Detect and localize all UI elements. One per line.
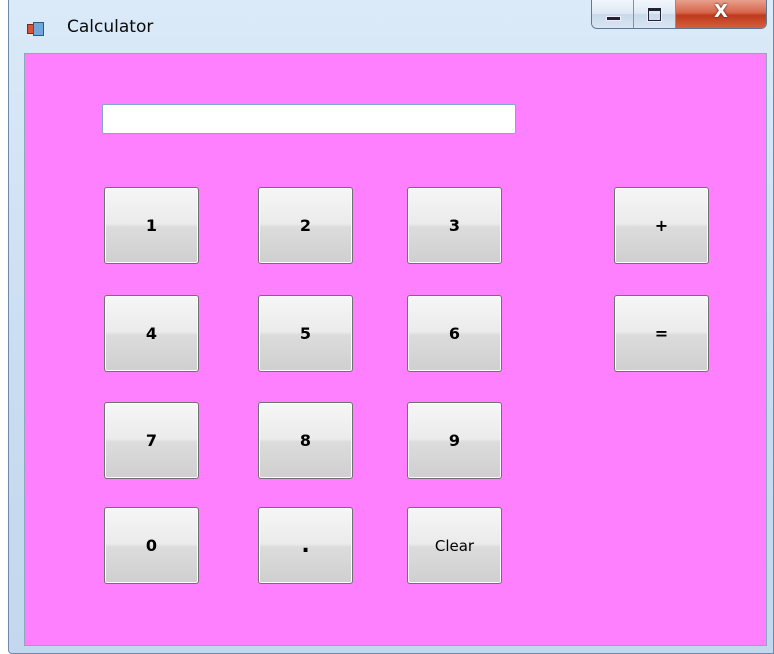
window-title: Calculator: [67, 17, 154, 37]
digit-4-button[interactable]: 4: [104, 295, 199, 372]
digit-1-button[interactable]: 1: [104, 187, 199, 264]
clear-button[interactable]: Clear: [407, 507, 502, 584]
equals-button[interactable]: =: [614, 295, 709, 372]
minimize-icon: [606, 16, 621, 21]
digit-0-button[interactable]: 0: [104, 507, 199, 584]
app-icon: [27, 22, 44, 36]
digit-7-button[interactable]: 7: [104, 402, 199, 479]
calculator-window: Calculator X 1 2 3 + 4 5 6 = 7 8 9 0 . C…: [8, 0, 774, 654]
plus-button[interactable]: +: [614, 187, 709, 264]
decimal-point-button[interactable]: .: [258, 507, 353, 584]
digit-6-button[interactable]: 6: [407, 295, 502, 372]
close-icon: X: [714, 1, 728, 22]
digit-8-button[interactable]: 8: [258, 402, 353, 479]
result-display-input[interactable]: [102, 104, 516, 134]
form-client-area: 1 2 3 + 4 5 6 = 7 8 9 0 . Clear: [24, 53, 767, 646]
digit-9-button[interactable]: 9: [407, 402, 502, 479]
digit-2-button[interactable]: 2: [258, 187, 353, 264]
close-button[interactable]: X: [676, 0, 766, 28]
minimize-button[interactable]: [592, 0, 634, 28]
digit-5-button[interactable]: 5: [258, 295, 353, 372]
maximize-icon: [647, 7, 662, 22]
title-bar[interactable]: Calculator X: [9, 0, 773, 50]
digit-3-button[interactable]: 3: [407, 187, 502, 264]
app-icon-part-right: [33, 22, 44, 36]
caption-buttons: X: [591, 0, 767, 29]
maximize-button[interactable]: [634, 0, 676, 28]
